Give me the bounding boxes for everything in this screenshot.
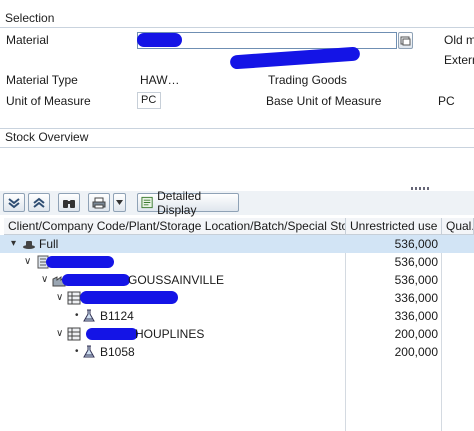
- divider: [0, 27, 474, 28]
- redaction-scribble: [80, 291, 178, 304]
- chevron-down-icon: [116, 200, 123, 205]
- redaction-scribble: [46, 256, 114, 268]
- print-button[interactable]: [88, 193, 110, 212]
- redaction-scribble: [86, 328, 138, 340]
- batch-icon: [83, 309, 95, 322]
- tree-row[interactable]: ∨ 336,000: [0, 289, 474, 307]
- leaf-bullet-icon: •: [75, 346, 79, 357]
- storage-location-icon: [67, 327, 81, 341]
- storage-location-icon: [67, 291, 81, 305]
- detailed-display-button[interactable]: Detailed Display: [137, 189, 239, 217]
- redaction-scribble: [229, 46, 361, 70]
- value-help-icon: [400, 36, 411, 46]
- binoculars-icon: [63, 199, 75, 208]
- expanded-chevron-icon[interactable]: ∨: [56, 289, 63, 307]
- column-header-unrestricted-use[interactable]: Unrestricted use: [346, 218, 442, 235]
- row-quantity: 536,000: [394, 255, 438, 269]
- tree-row[interactable]: ∨ HOUPLINES 200,000: [0, 325, 474, 343]
- row-label: HOUPLINES: [135, 327, 205, 341]
- tree-row[interactable]: ▾ Full 536,000: [0, 235, 474, 253]
- redaction-scribble: [137, 33, 182, 47]
- row-label: B1058: [100, 345, 135, 359]
- tree-row[interactable]: ∨ 536,000: [0, 253, 474, 271]
- column-header-hierarchy[interactable]: Client/Company Code/Plant/Storage Locati…: [4, 218, 346, 235]
- selection-section-title: Selection: [5, 11, 55, 25]
- print-dropdown-button[interactable]: [113, 193, 126, 212]
- base-unit-of-measure-label: Base Unit of Measure: [266, 94, 382, 108]
- row-label: B1124: [100, 309, 134, 323]
- row-quantity: 200,000: [394, 345, 438, 359]
- external-material-label: Extern: [444, 53, 474, 67]
- unit-of-measure-field[interactable]: PC: [137, 92, 161, 109]
- tree-row[interactable]: ∨ GOUSSAINVILLE 536,000: [0, 271, 474, 289]
- expanded-chevron-icon[interactable]: ∨: [24, 253, 31, 271]
- material-type-label: Material Type: [6, 73, 78, 87]
- printer-icon: [92, 197, 106, 208]
- collapse-all-button[interactable]: [28, 193, 50, 212]
- row-quantity: 336,000: [394, 291, 438, 305]
- tree-row[interactable]: • B1124 336,000: [0, 307, 474, 325]
- expand-all-button[interactable]: [3, 193, 25, 212]
- row-quantity: 536,000: [394, 237, 438, 251]
- column-header-quality[interactable]: Qual.: [442, 218, 474, 235]
- hat-icon: [23, 241, 35, 249]
- tree-row[interactable]: • B1058 200,000: [0, 343, 474, 361]
- chevrons-up-icon: [33, 197, 45, 208]
- batch-icon: [83, 345, 95, 358]
- row-quantity: 336,000: [394, 309, 438, 323]
- stock-overview-section-title: Stock Overview: [5, 130, 89, 144]
- unit-of-measure-value: PC: [141, 94, 157, 106]
- tree-toolbar: Detailed Display: [0, 189, 474, 217]
- chevrons-down-icon: [8, 197, 20, 208]
- base-unit-of-measure-value: PC: [438, 94, 455, 108]
- row-label: GOUSSAINVILLE: [128, 273, 225, 287]
- material-type-value: HAW…: [140, 73, 180, 87]
- row-quantity: 200,000: [394, 327, 438, 341]
- unit-of-measure-label: Unit of Measure: [6, 94, 91, 108]
- leaf-bullet-icon: •: [75, 310, 79, 321]
- row-label: Full: [39, 237, 59, 251]
- material-label: Material: [6, 33, 49, 47]
- divider: [0, 147, 474, 148]
- redaction-scribble: [62, 274, 130, 286]
- find-button[interactable]: [58, 193, 80, 212]
- material-value-help-button[interactable]: [398, 32, 413, 49]
- expanded-chevron-icon[interactable]: ∨: [41, 271, 48, 289]
- expanded-chevron-icon[interactable]: ∨: [56, 325, 63, 343]
- material-type-description: Trading Goods: [268, 73, 347, 87]
- splitter-handle[interactable]: [411, 187, 429, 190]
- detailed-display-label: Detailed Display: [157, 188, 202, 217]
- old-material-label: Old ma: [444, 33, 474, 47]
- expanded-chevron-icon[interactable]: ▾: [11, 235, 16, 253]
- detail-icon: [141, 196, 153, 209]
- row-quantity: 536,000: [394, 273, 438, 287]
